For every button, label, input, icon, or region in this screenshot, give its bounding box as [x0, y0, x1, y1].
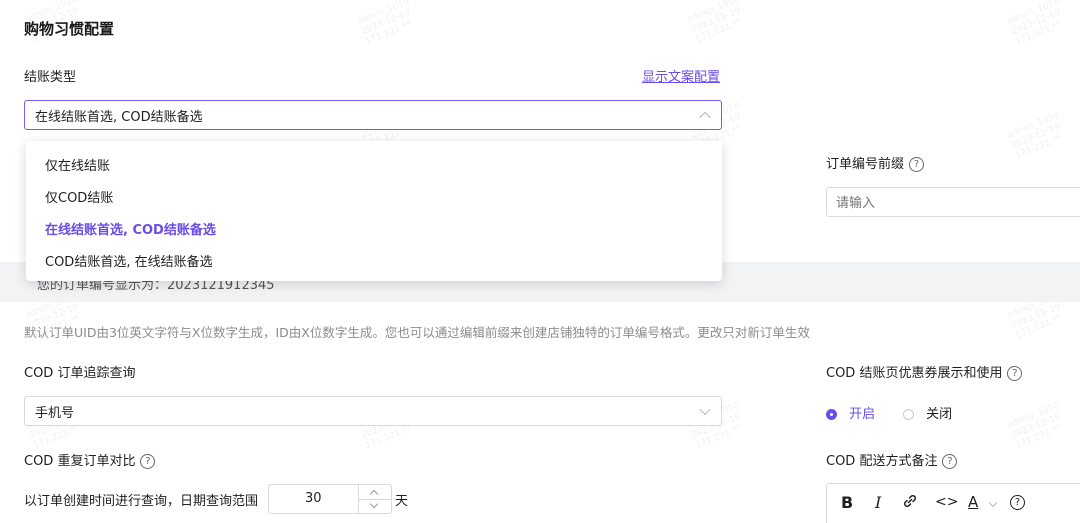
date-range-value: 30 [305, 491, 322, 506]
cod-coupon-label: COD 结账页优惠券展示和使用? [826, 362, 1023, 381]
section-title: 购物习惯配置 [24, 20, 115, 38]
italic-button[interactable]: I [875, 493, 881, 512]
show-copy-config-link[interactable]: 显示文案配置 [642, 66, 720, 85]
cod-tracking-label: COD 订单追踪查询 [24, 366, 136, 381]
days-unit: 天 [395, 494, 409, 509]
checkout-type-label: 结账类型 [24, 70, 77, 85]
cod-duplicate-label: COD 重复订单对比? [24, 450, 156, 469]
help-icon[interactable]: ? [909, 157, 925, 172]
stepper-buttons [358, 485, 391, 513]
help-icon[interactable]: ? [140, 454, 156, 469]
radio-checked-icon [826, 409, 837, 420]
chevron-down-icon [699, 403, 711, 416]
radio-unchecked-icon [903, 409, 914, 420]
bold-button[interactable]: B [841, 493, 853, 512]
cod-coupon-radio-off[interactable]: 关闭 [903, 403, 952, 422]
watermark: admin_10102023-12-19171.221.** [1005, 110, 1064, 162]
order-uid-description: 默认订单UID由3位英文字符与X位数字生成，ID由X位数字生成。您也可以通过编辑… [24, 325, 810, 340]
checkout-option-cod-only[interactable]: 仅COD结账 [45, 187, 113, 206]
link-icon[interactable] [901, 492, 919, 514]
date-range-stepper[interactable]: 30 [268, 484, 392, 514]
checkout-type-value: 在线结账首选, COD结账备选 [35, 109, 203, 125]
cod-shipping-note-label-text: COD 配送方式备注 [826, 454, 938, 469]
watermark: admin_10102023-12-19171.221.** [1005, 400, 1064, 452]
order-prefix-label: 订单编号前缀? [826, 153, 925, 172]
watermark: admin_10102023-12-19171.221.** [1005, 0, 1064, 48]
code-button[interactable]: <> [935, 494, 958, 510]
watermark: admin_10102023-12-19171.221.** [355, 0, 414, 48]
rich-text-editor-toolbar: B I <> A ? [826, 483, 1080, 523]
checkout-option-cod-first[interactable]: COD结账首选, 在线结账备选 [45, 251, 213, 270]
cod-tracking-value: 手机号 [35, 405, 75, 421]
cod-duplicate-query-text: 以订单创建时间进行查询，日期查询范围 [24, 494, 259, 509]
cod-coupon-label-text: COD 结账页优惠券展示和使用 [826, 366, 1003, 381]
order-prefix-input[interactable] [826, 187, 1080, 217]
help-icon[interactable]: ? [1007, 366, 1023, 381]
cod-coupon-radio-on[interactable]: 开启 [826, 403, 875, 422]
order-prefix-label-text: 订单编号前缀 [826, 157, 905, 172]
chevron-up-icon [699, 111, 711, 124]
watermark: admin_10102023-12-19171.221.** [685, 0, 744, 46]
checkout-option-online-only[interactable]: 仅在线结账 [45, 155, 110, 174]
stepper-decrement-button[interactable] [359, 499, 391, 513]
cod-shipping-note-label: COD 配送方式备注? [826, 450, 958, 469]
checkout-type-dropdown: 仅在线结账 仅COD结账 在线结账首选, COD结账备选 COD结账首选, 在线… [26, 141, 722, 281]
stepper-increment-button[interactable] [359, 485, 391, 500]
chevron-up-icon [369, 489, 379, 499]
chevron-down-icon [369, 499, 379, 509]
checkout-type-select[interactable]: 在线结账首选, COD结账备选 [24, 100, 722, 130]
cod-tracking-select[interactable]: 手机号 [24, 396, 722, 426]
text-color-button[interactable]: A [968, 493, 978, 511]
help-icon[interactable]: ? [942, 454, 958, 469]
cod-duplicate-label-text: COD 重复订单对比 [24, 454, 136, 469]
radio-off-label: 关闭 [926, 407, 953, 422]
help-icon[interactable]: ? [1010, 495, 1025, 510]
checkout-option-online-first[interactable]: 在线结账首选, COD结账备选 [45, 219, 216, 238]
radio-on-label: 开启 [849, 407, 876, 422]
chevron-down-icon[interactable] [988, 498, 998, 508]
